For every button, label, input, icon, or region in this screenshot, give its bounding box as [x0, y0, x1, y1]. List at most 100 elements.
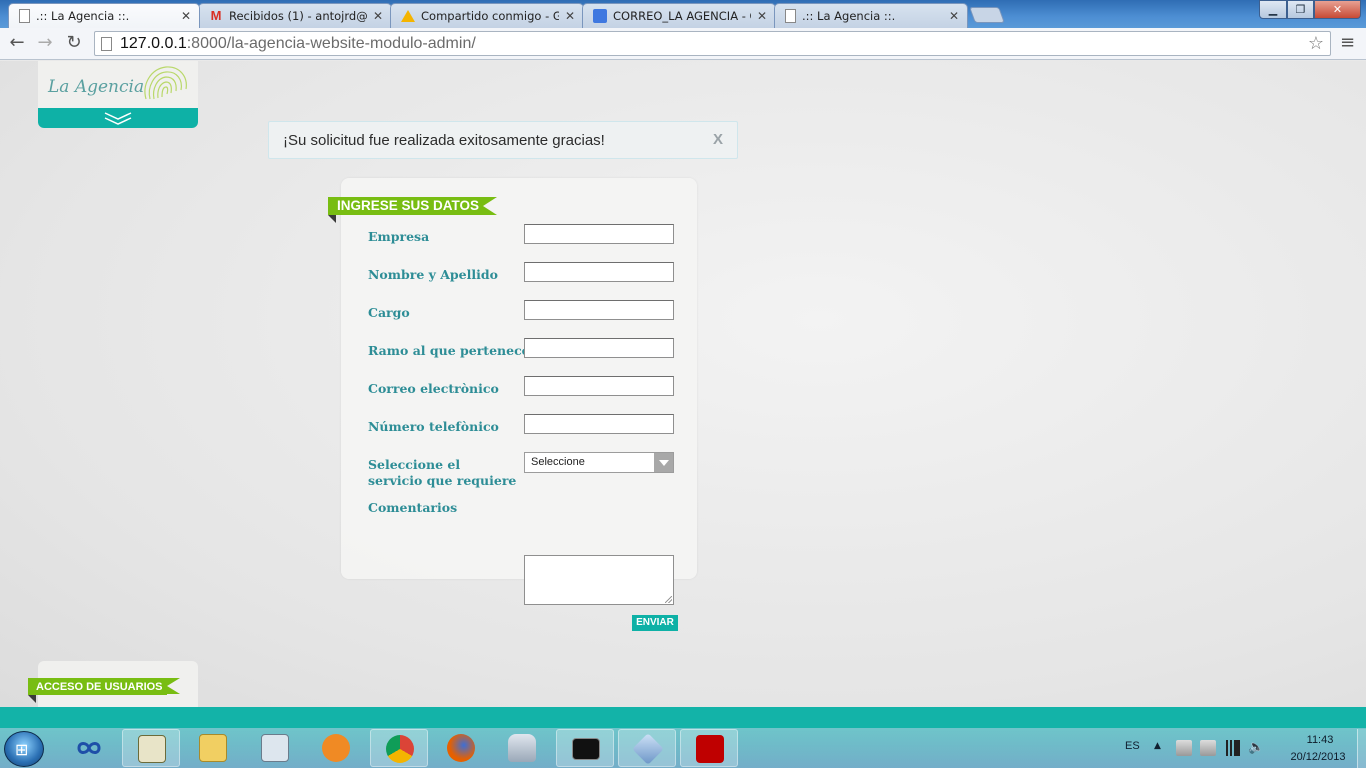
logo-strip — [38, 108, 198, 128]
windows-logo-icon: ⊞ — [15, 740, 29, 759]
close-icon[interactable]: ✕ — [949, 9, 959, 23]
restore-button[interactable]: ❐ — [1287, 0, 1314, 19]
comentarios-textarea[interactable] — [524, 555, 674, 605]
command-prompt-icon — [572, 738, 600, 760]
servicio-select[interactable]: Seleccione — [524, 452, 674, 473]
resize-grip-icon[interactable] — [665, 596, 672, 603]
ramo-field[interactable] — [524, 338, 674, 358]
enviar-button[interactable]: ENVIAR — [632, 615, 678, 631]
email-field[interactable] — [524, 376, 674, 396]
bookmark-star-icon[interactable]: ☆ — [1308, 33, 1324, 54]
logo[interactable]: La Agencia — [38, 61, 198, 128]
drive-icon — [401, 10, 415, 22]
taskbar-installer-app[interactable] — [246, 729, 304, 767]
tab-title: Compartido conmigo - Go — [421, 9, 559, 23]
nombre-field[interactable] — [524, 262, 674, 282]
close-icon[interactable]: ✕ — [181, 9, 191, 23]
page-icon — [19, 9, 30, 23]
servicio-select-value: Seleccione — [531, 456, 585, 468]
page-icon — [785, 9, 796, 23]
tab-la-agencia-2[interactable]: .:: La Agencia ::. ✕ — [774, 3, 968, 28]
cargo-field[interactable] — [524, 300, 674, 320]
notepad-icon — [138, 735, 166, 763]
ribbon-fold — [28, 695, 36, 703]
url-path: :8000/la-agencia-website-modulo-admin/ — [186, 34, 476, 52]
taskbar-chrome-app[interactable] — [370, 729, 428, 767]
taskbar-filezilla-app[interactable] — [680, 729, 738, 767]
taskbar-firefox-app[interactable] — [432, 729, 490, 767]
alert-close-button[interactable]: X — [713, 131, 723, 148]
network-signal-icon[interactable] — [1224, 740, 1240, 756]
taskbar-notepad-app[interactable] — [122, 729, 180, 767]
installer-icon — [261, 734, 289, 762]
gmail-icon: M — [210, 8, 222, 23]
reload-button[interactable]: ↻ — [63, 32, 85, 54]
tab-gmail[interactable]: M Recibidos (1) - antojrd@g ✕ — [198, 3, 392, 28]
ribbon-fold — [328, 215, 336, 223]
action-center-icon[interactable] — [1176, 740, 1192, 756]
close-icon[interactable]: ✕ — [373, 9, 383, 23]
empresa-label: Empresa — [368, 229, 430, 244]
language-indicator[interactable]: ES — [1125, 740, 1140, 752]
page-icon — [101, 36, 112, 51]
filezilla-icon — [696, 735, 724, 763]
cargo-label: Cargo — [368, 305, 410, 320]
tab-title: .:: La Agencia ::. — [36, 9, 130, 23]
minimize-button[interactable]: ▁ — [1259, 0, 1287, 19]
fingerprint-logo-icon: La Agencia — [47, 66, 187, 100]
taskbar-media-app[interactable] — [307, 729, 365, 767]
minimize-icon: ▁ — [1268, 3, 1278, 16]
taskbar-database-app[interactable] — [493, 729, 551, 767]
empresa-field[interactable] — [524, 224, 674, 244]
taskbar-explorer-app[interactable] — [184, 729, 242, 767]
contact-form-panel: INGRESE SUS DATOS Empresa Nombre y Apell… — [328, 178, 697, 631]
chevron-down-icon[interactable] — [103, 110, 133, 126]
clock-time[interactable]: 11:43 — [1290, 734, 1350, 746]
tab-docs[interactable]: CORREO_LA AGENCIA - G ✕ — [582, 3, 776, 28]
chevron-down-icon — [654, 453, 673, 472]
correo-label: Correo electrònico — [368, 381, 499, 396]
address-bar[interactable]: 127.0.0.1:8000/la-agencia-website-modulo… — [94, 31, 1331, 56]
new-tab-button[interactable] — [969, 7, 1005, 23]
tab-drive[interactable]: Compartido conmigo - Go ✕ — [390, 3, 584, 28]
back-button[interactable]: ← — [6, 32, 28, 54]
infinity-icon — [77, 742, 101, 754]
start-button[interactable]: ⊞ — [4, 731, 44, 767]
device-icon[interactable] — [1200, 740, 1216, 756]
tab-title: CORREO_LA AGENCIA - G — [613, 9, 751, 23]
telefono-field[interactable] — [524, 414, 674, 434]
virtualbox-icon — [632, 733, 664, 765]
volume-icon[interactable]: 🔈 — [1248, 740, 1264, 756]
browser-tab-strip: .:: La Agencia ::. ✕ M Recibidos (1) - a… — [0, 0, 1366, 28]
user-access-panel: ACCESO DE USUARIOS — [28, 661, 198, 707]
tray-expand-icon[interactable]: ▲ — [1154, 741, 1161, 751]
firefox-icon — [447, 734, 475, 762]
restore-icon: ❐ — [1295, 3, 1306, 16]
close-icon[interactable]: ✕ — [565, 9, 575, 23]
docs-icon — [593, 9, 607, 23]
form-title-ribbon: INGRESE SUS DATOS — [328, 197, 498, 215]
menu-icon[interactable]: ≡ — [1340, 32, 1358, 53]
close-icon[interactable]: ✕ — [757, 9, 767, 23]
chrome-icon — [386, 735, 414, 763]
success-alert: ¡Su solicitud fue realizada exitosamente… — [268, 121, 738, 159]
forward-button[interactable]: → — [34, 32, 56, 54]
tab-title: .:: La Agencia ::. — [802, 9, 896, 23]
taskbar-virtualbox-app[interactable] — [618, 729, 676, 767]
taskbar-cmd-app[interactable] — [556, 729, 614, 767]
ramo-label: Ramo al que pertenece — [368, 343, 530, 358]
show-desktop-button[interactable] — [1357, 729, 1366, 768]
page-viewport: La Agencia ¡Su solicitud fue realizada e… — [0, 61, 1366, 707]
close-window-button[interactable]: ✕ — [1314, 0, 1361, 19]
url-host: 127.0.0.1 — [120, 34, 187, 52]
access-title-ribbon[interactable]: ACCESO DE USUARIOS — [28, 678, 180, 695]
tab-la-agencia-active[interactable]: .:: La Agencia ::. ✕ — [8, 3, 200, 28]
close-icon: ✕ — [1332, 3, 1343, 16]
comentarios-label: Comentarios — [368, 500, 458, 515]
telefono-label: Número telefònico — [368, 419, 499, 434]
clock-date[interactable]: 20/12/2013 — [1280, 751, 1356, 763]
svg-text:La Agencia: La Agencia — [47, 77, 144, 97]
alert-message: ¡Su solicitud fue realizada exitosamente… — [283, 132, 605, 149]
browser-toolbar: ← → ↻ 127.0.0.1:8000/la-agencia-website-… — [0, 28, 1366, 60]
taskbar-sync-app[interactable] — [60, 729, 118, 767]
